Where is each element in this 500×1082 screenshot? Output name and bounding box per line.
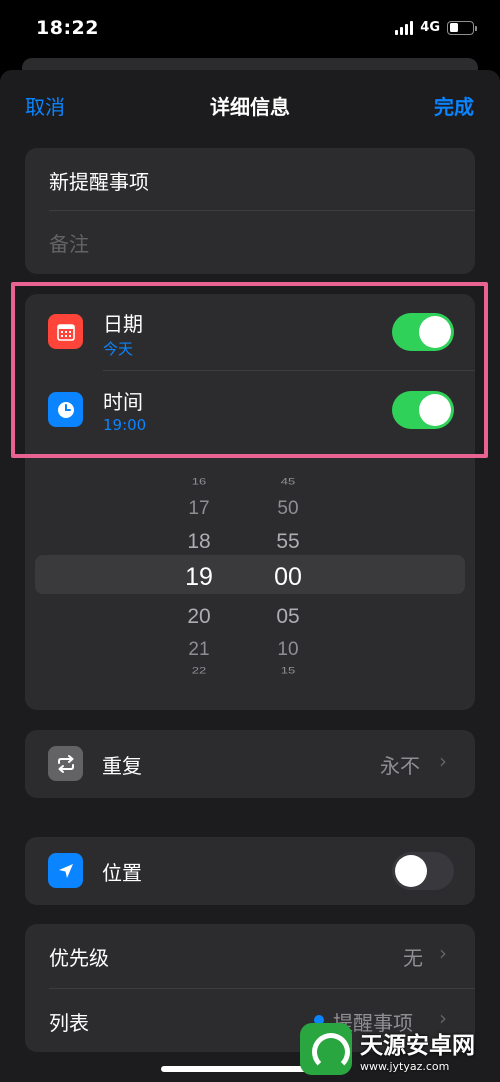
picker-minute[interactable]: 45 [258,476,318,487]
repeat-icon [48,746,83,781]
priority-row[interactable]: 优先级 无 › [25,924,475,988]
picker-minute[interactable]: 10 [258,639,318,661]
picker-hour[interactable]: 18 [169,530,229,554]
done-button[interactable]: 完成 [434,91,474,120]
signal-icon [395,20,414,35]
watermark-title: 天源安卓网 [360,1032,475,1059]
picker-minute[interactable]: 15 [258,665,318,676]
picker-hour[interactable]: 22 [169,665,229,676]
picker-minute[interactable]: 05 [258,605,318,629]
title-input[interactable]: 新提醒事项 [49,166,149,195]
list-label: 列表 [49,1011,89,1035]
network-type: 4G [420,20,440,35]
status-bar: 18:22 4G [0,0,500,60]
picker-minute[interactable]: 50 [258,498,318,520]
highlight-box [11,282,488,458]
picker-hour[interactable]: 16 [169,476,229,487]
repeat-value: 永不 [380,754,420,778]
battery-icon [447,20,477,35]
repeat-row[interactable]: 重复 永不 › [25,730,475,798]
repeat-label: 重复 [102,754,142,778]
watermark: 天源安卓网 www.jytyaz.com [300,1020,496,1078]
chevron-right-icon: › [439,941,447,965]
picker-selection-band [35,555,465,594]
picker-minute[interactable]: 55 [258,530,318,554]
priority-label: 优先级 [49,946,109,970]
picker-hour[interactable]: 17 [169,498,229,520]
divider [49,210,475,211]
title-notes-group: 新提醒事项 备注 [25,148,475,274]
notes-input[interactable]: 备注 [49,228,89,257]
priority-value: 无 [403,946,423,970]
page-title: 详细信息 [210,95,290,119]
picker-hour[interactable]: 20 [169,605,229,629]
time-picker[interactable]: 16 17 18 19 20 21 22 45 50 55 00 05 10 1… [25,464,475,686]
location-row: 位置 [25,837,475,905]
watermark-logo-icon [300,1023,352,1075]
status-indicators: 4G [395,20,477,35]
chevron-right-icon: › [439,749,447,773]
status-time: 18:22 [36,17,99,39]
picker-hour-selected[interactable]: 19 [169,563,229,592]
picker-hour[interactable]: 21 [169,639,229,661]
watermark-url: www.jytyaz.com [360,1059,450,1073]
location-arrow-icon [48,853,83,888]
nav-bar: 取消 详细信息 完成 [0,70,500,136]
location-label: 位置 [102,861,142,885]
picker-minute-selected[interactable]: 00 [258,563,318,592]
location-toggle[interactable] [392,852,454,890]
